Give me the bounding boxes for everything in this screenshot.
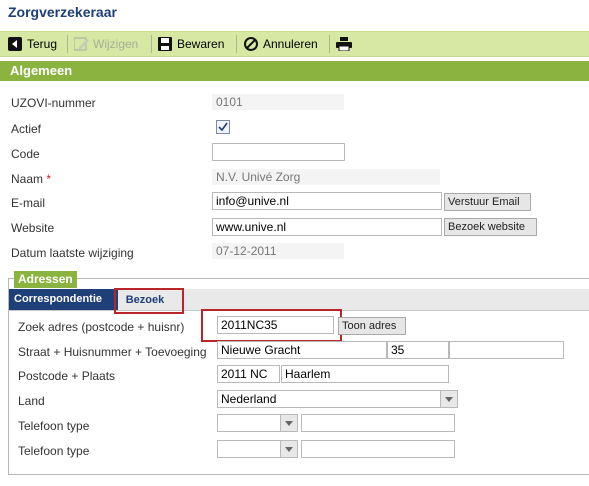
uzovi-value: 0101 — [212, 94, 344, 110]
search-address-label: Zoek adres (postcode + huisnr) — [18, 320, 185, 334]
website-label: Website — [11, 221, 55, 235]
toolbar: Terug Wijzigen Bewaren Annuleren — [0, 31, 589, 57]
email-label: E-mail — [11, 196, 46, 210]
addition-field[interactable] — [449, 341, 564, 359]
tab-visit[interactable]: Bezoek — [119, 292, 171, 308]
website-field[interactable]: www.unive.nl — [212, 218, 442, 236]
cancel-icon — [244, 37, 258, 51]
toolbar-divider — [236, 35, 237, 53]
page-title: Zorgverzekeraar — [8, 4, 117, 20]
phone-type-select-2[interactable] — [217, 440, 298, 458]
toolbar-divider — [67, 35, 68, 53]
street-label: Straat + Huisnummer + Toevoeging — [18, 345, 207, 359]
last-modified-label: Datum laatste wijziging — [11, 246, 134, 260]
cancel-label: Annuleren — [263, 37, 318, 51]
chevron-down-icon[interactable] — [280, 441, 297, 457]
name-label: Naam * — [11, 172, 51, 186]
phone-type-label-2: Telefoon type — [18, 444, 90, 458]
pencil-icon — [73, 37, 89, 51]
code-label: Code — [11, 147, 40, 161]
search-address-input[interactable]: 2011NC35 — [217, 316, 334, 334]
house-number-field[interactable]: 35 — [387, 341, 449, 359]
country-value: Nederland — [221, 392, 277, 406]
city-field[interactable]: Haarlem — [281, 365, 449, 383]
arrow-left-icon — [8, 37, 22, 51]
postcode-field[interactable]: 2011 NC — [217, 365, 280, 383]
phone-type-label-1: Telefoon type — [18, 419, 90, 433]
phone-number-field-1[interactable] — [301, 414, 455, 432]
addresses-legend: Adressen — [14, 271, 77, 288]
phone-type-select-1[interactable] — [217, 414, 298, 432]
street-field[interactable]: Nieuwe Gracht — [217, 341, 387, 359]
save-button[interactable]: Bewaren — [158, 35, 224, 53]
required-mark: * — [46, 172, 52, 186]
last-modified-value: 07-12-2011 — [212, 243, 344, 259]
print-button[interactable] — [336, 35, 357, 53]
visit-website-button[interactable]: Bezoek website — [444, 218, 537, 236]
toolbar-divider — [151, 35, 152, 53]
save-label: Bewaren — [177, 37, 225, 51]
uzovi-label: UZOVI-nummer — [11, 96, 96, 110]
chevron-down-icon[interactable] — [440, 391, 457, 407]
section-title: Algemeen — [10, 63, 73, 78]
show-address-button[interactable]: Toon adres — [338, 317, 406, 335]
toolbar-divider — [329, 35, 330, 53]
active-label: Actief — [11, 122, 42, 136]
edit-label: Wijzigen — [93, 37, 139, 51]
email-field[interactable]: info@unive.nl — [212, 192, 442, 210]
printer-icon — [336, 37, 352, 52]
back-label: Terug — [27, 37, 58, 51]
country-select[interactable]: Nederland — [217, 390, 458, 408]
active-checkbox[interactable] — [216, 120, 230, 134]
send-email-button[interactable]: Verstuur Email — [444, 193, 531, 211]
country-label: Land — [18, 394, 45, 408]
code-field[interactable] — [212, 143, 345, 161]
name-label-text: Naam — [11, 172, 44, 186]
tab-correspondence[interactable]: Correspondentie — [9, 289, 118, 310]
section-header-general: Algemeen — [0, 61, 589, 81]
phone-number-field-2[interactable] — [301, 440, 455, 458]
edit-button[interactable]: Wijzigen — [73, 35, 139, 53]
save-disk-icon — [158, 37, 172, 51]
chevron-down-icon[interactable] — [280, 415, 297, 431]
postcode-label: Postcode + Plaats — [18, 369, 116, 383]
cancel-button[interactable]: Annuleren — [244, 35, 318, 53]
back-button[interactable]: Terug — [8, 35, 57, 53]
name-value: N.V. Univé Zorg — [212, 169, 440, 185]
checkmark-icon — [218, 122, 228, 132]
